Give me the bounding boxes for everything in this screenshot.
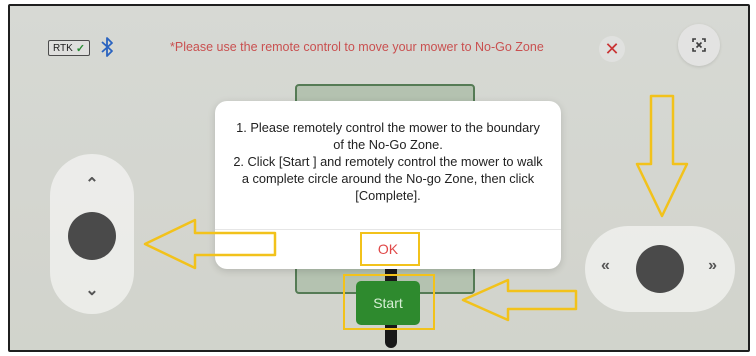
arrow-start-annotation — [461, 278, 578, 322]
arrow-down-annotation — [635, 94, 689, 218]
joystick-knob[interactable] — [636, 245, 684, 293]
chevron-right-icon[interactable]: » — [708, 257, 717, 275]
chevron-down-icon[interactable]: ⌄ — [50, 280, 134, 300]
joystick-knob[interactable] — [68, 212, 116, 260]
ok-highlight-box — [360, 232, 420, 266]
chevron-left-icon[interactable]: « — [601, 257, 610, 275]
dialog-line-2: 2. Click [Start ] and remotely control t… — [233, 154, 543, 203]
forward-backward-joystick[interactable]: ⌃ ⌄ — [50, 154, 134, 314]
left-right-joystick[interactable]: « » — [585, 226, 735, 312]
arrow-left-annotation — [143, 218, 277, 270]
dialog-text: 1. Please remotely control the mower to … — [231, 119, 545, 204]
dialog-line-1: 1. Please remotely control the mower to … — [236, 120, 540, 152]
start-highlight-box — [343, 274, 435, 330]
app-frame: RTK ✓ *Please use the remote control to … — [8, 4, 750, 352]
chevron-up-icon[interactable]: ⌃ — [50, 174, 134, 194]
